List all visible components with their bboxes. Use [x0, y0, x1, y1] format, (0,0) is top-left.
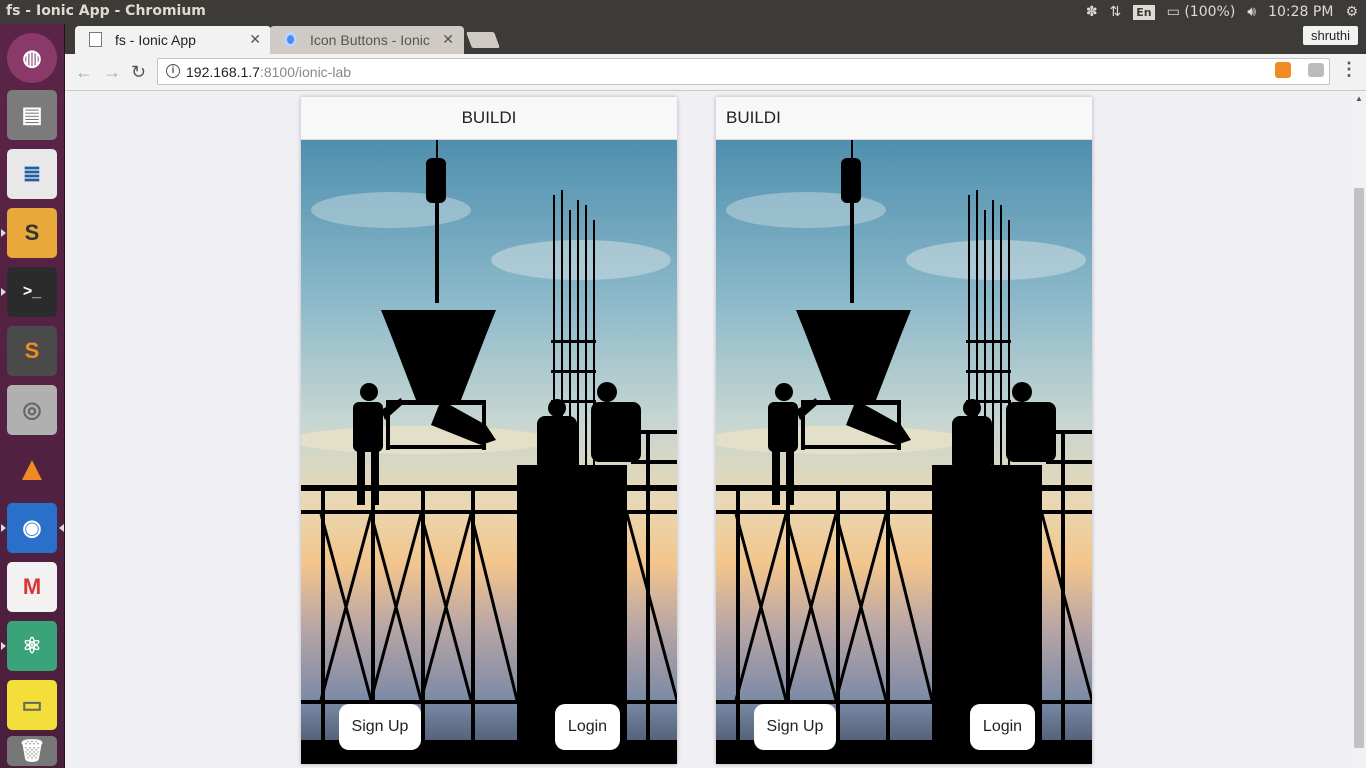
construction-background-image: [301, 140, 677, 764]
forward-arrow-icon[interactable]: →: [103, 62, 121, 83]
scrollbar-thumb[interactable]: [1354, 188, 1364, 748]
app-title: BUILDI: [461, 108, 517, 127]
page-icon: [89, 32, 102, 47]
url-path: :8100/ionic-lab: [259, 64, 352, 80]
battery-indicator[interactable]: ▭ (100%): [1167, 4, 1236, 20]
disk-icon[interactable]: ◎: [7, 385, 57, 435]
window-title: fs - Ionic App - Chromium: [6, 3, 206, 19]
transfer-icon[interactable]: ⇅: [1110, 4, 1122, 20]
extension-icon[interactable]: [1275, 62, 1291, 78]
close-tab-icon[interactable]: ✕: [442, 31, 454, 48]
scroll-up-arrow-icon[interactable]: ▲: [1355, 94, 1363, 103]
tab-title: Icon Buttons - Ionic: [310, 32, 430, 48]
clock[interactable]: 10:28 PM: [1268, 4, 1333, 20]
app-header: BUILDI: [301, 97, 677, 140]
page-scrollbar[interactable]: ▲: [1352, 91, 1366, 768]
writer-icon[interactable]: ≣: [7, 149, 57, 199]
volume-icon[interactable]: 🔊︎: [1247, 4, 1256, 20]
unity-launcher: ◍ ▤ ≣ S >_ S ◎ ▲ ◉ M ⚛ ▭ 🗑︎: [0, 24, 65, 768]
sticky-notes-icon[interactable]: ▭: [7, 680, 57, 730]
new-tab-button[interactable]: [466, 32, 500, 48]
android-preview-device: BUILDI Sign Up Login: [716, 97, 1092, 764]
slack-icon[interactable]: S: [7, 208, 57, 258]
app-title: BUILDI: [726, 108, 781, 127]
app-header: BUILDI: [716, 97, 1092, 140]
signup-button[interactable]: Sign Up: [339, 704, 421, 750]
trash-icon[interactable]: 🗑︎: [7, 736, 57, 766]
ionic-favicon-icon: [284, 32, 297, 47]
terminal-icon[interactable]: >_: [7, 267, 57, 317]
battery-percent: (100%): [1184, 4, 1236, 20]
url-host: 192.168.1.7: [186, 64, 260, 80]
close-tab-icon[interactable]: ✕: [249, 31, 261, 48]
construction-background-image: [716, 140, 1092, 764]
ubuntu-logo-icon[interactable]: ◍: [7, 33, 57, 83]
keyboard-layout-indicator[interactable]: En: [1133, 4, 1155, 20]
chromium-icon[interactable]: ◉: [7, 503, 57, 553]
sublime-icon[interactable]: S: [7, 326, 57, 376]
ios-preview-device: BUILDI Sign Up Login: [301, 97, 677, 764]
browser-toolbar: ← → ↻ i 192.168.1.7:8100/ionic-lab ☆ ⋮: [65, 54, 1366, 91]
system-tray: ✽ ⇅ En ▭ (100%) 🔊︎ 10:28 PM ⚙: [1086, 0, 1358, 24]
battery-icon: ▭: [1166, 4, 1180, 20]
settings-gear-icon[interactable]: ⚙: [1345, 4, 1358, 20]
reload-icon[interactable]: ↻: [131, 62, 146, 83]
login-button[interactable]: Login: [555, 704, 620, 750]
system-top-bar: fs - Ionic App - Chromium ✽ ⇅ En ▭ (100%…: [0, 0, 1366, 24]
browser-menu-icon[interactable]: ⋮: [1340, 59, 1358, 80]
profile-name[interactable]: shruthi: [1302, 26, 1358, 45]
signup-button[interactable]: Sign Up: [754, 704, 836, 750]
tab-title: fs - Ionic App: [115, 32, 196, 48]
network-icon[interactable]: ✽: [1086, 4, 1098, 20]
back-arrow-icon[interactable]: ←: [75, 62, 93, 83]
tab-strip: fs - Ionic App ✕ Icon Buttons - Ionic ✕ …: [65, 24, 1366, 54]
tab-fs-ionic-app[interactable]: fs - Ionic App ✕: [75, 26, 271, 54]
files-icon[interactable]: ▤: [7, 90, 57, 140]
address-bar[interactable]: i 192.168.1.7:8100/ionic-lab ☆: [157, 58, 1330, 85]
gmail-icon[interactable]: M: [7, 562, 57, 612]
atom-icon[interactable]: ⚛: [7, 621, 57, 671]
login-button[interactable]: Login: [970, 704, 1035, 750]
tab-icon-buttons[interactable]: Icon Buttons - Ionic ✕: [270, 26, 464, 54]
extension-icon[interactable]: [1308, 63, 1324, 77]
vlc-icon[interactable]: ▲: [7, 444, 57, 494]
info-icon[interactable]: i: [166, 64, 180, 78]
page-viewport: BUILDI Sign Up Login BUILDI Sign Up Logi…: [65, 91, 1352, 768]
browser-chrome: fs - Ionic App ✕ Icon Buttons - Ionic ✕ …: [65, 24, 1366, 91]
